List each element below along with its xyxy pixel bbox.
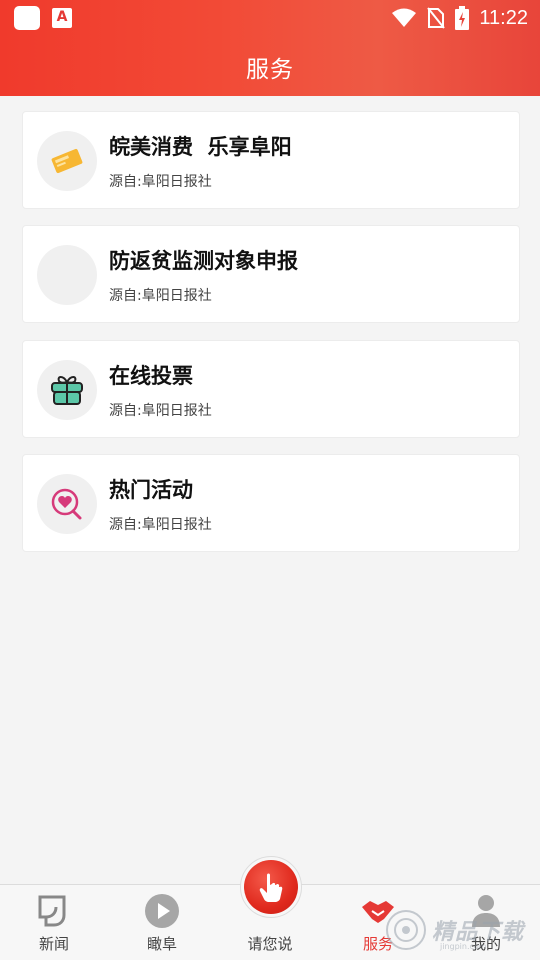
no-sim-icon	[427, 7, 446, 29]
app-square-icon	[14, 6, 40, 30]
gift-icon	[37, 360, 97, 420]
service-title: 皖美消费 乐享阜阳	[109, 135, 292, 159]
service-card-consumption[interactable]: 皖美消费 乐享阜阳 源自:阜阳日报社	[22, 111, 520, 209]
blank-icon	[37, 245, 97, 305]
service-source: 源自:阜阳日报社	[109, 288, 212, 304]
news-icon	[38, 895, 66, 927]
service-source: 源自:阜阳日报社	[109, 174, 212, 190]
service-source: 源自:阜阳日报社	[109, 517, 212, 533]
watermark-circle-icon	[386, 910, 426, 950]
page-title: 服务	[246, 57, 294, 83]
tab-label: 新闻	[38, 935, 69, 953]
tab-label: 瞰阜	[146, 935, 177, 953]
service-card-online-vote[interactable]: 在线投票 源自:阜阳日报社	[22, 340, 520, 438]
heart-search-icon	[37, 474, 97, 534]
battery-charging-icon	[455, 6, 470, 30]
speak-button[interactable]	[244, 860, 298, 914]
tab-kanfu[interactable]: 瞰阜	[108, 885, 216, 960]
service-title: 在线投票	[109, 364, 193, 388]
watermark-url: jingpin.com	[440, 942, 487, 951]
service-title: 防返贫监测对象申报	[109, 249, 298, 273]
watermark-logo: 精品下载 jingpin.com	[380, 904, 540, 956]
wifi-icon	[392, 8, 417, 27]
play-icon	[145, 894, 179, 928]
pdf-app-icon: A	[52, 8, 72, 28]
touch-icon	[259, 873, 283, 902]
service-card-poverty-report[interactable]: 防返贫监测对象申报 源自:阜阳日报社	[22, 225, 520, 323]
tab-news[interactable]: 新闻	[0, 885, 108, 960]
service-title: 热门活动	[109, 478, 193, 502]
clock-time: 11:22	[479, 6, 528, 29]
status-bar: A 11:22	[0, 0, 540, 36]
tab-label: 请您说	[247, 935, 293, 953]
service-source: 源自:阜阳日报社	[109, 403, 212, 419]
coupon-icon	[37, 131, 97, 191]
service-card-hot-events[interactable]: 热门活动 源自:阜阳日报社	[22, 454, 520, 552]
